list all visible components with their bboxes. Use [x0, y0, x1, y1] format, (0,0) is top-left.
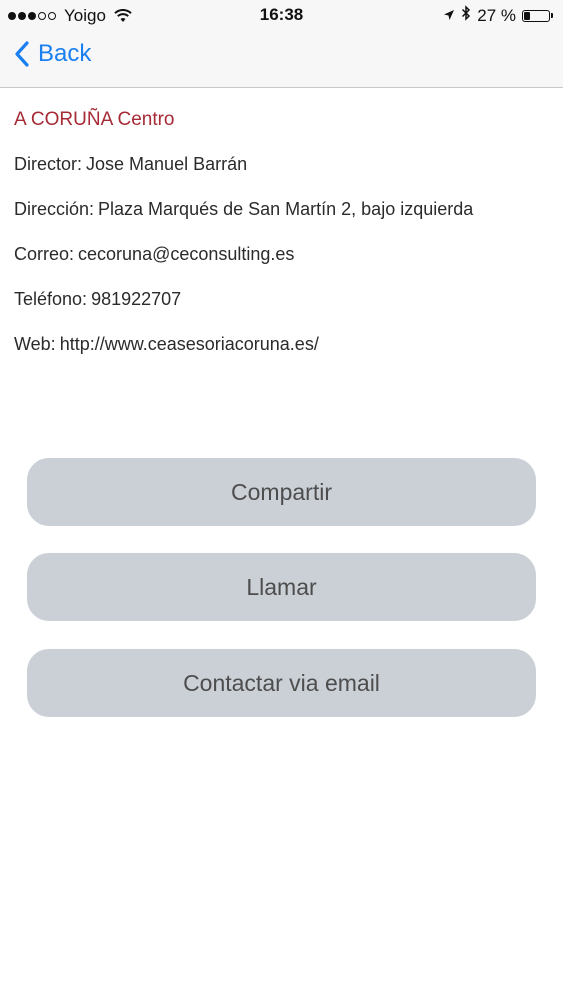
director-label: Director:: [14, 154, 83, 174]
web-row: Web: http://www.ceasesoriacoruna.es/: [14, 334, 549, 357]
office-details: A CORUÑA Centro Director: Jose Manuel Bar…: [14, 88, 549, 357]
address-label: Dirección:: [14, 199, 95, 219]
web-value: http://www.ceasesoriacoruna.es/: [59, 334, 319, 354]
director-row: Director: Jose Manuel Barrán: [14, 154, 549, 177]
office-name: A CORUÑA Centro: [14, 109, 175, 130]
email-row: Correo: cecoruna@ceconsulting.es: [14, 244, 549, 267]
address-value: Plaza Marqués de San Martín 2, bajo izqu…: [98, 199, 474, 219]
chevron-left-icon: [15, 41, 29, 67]
share-button[interactable]: Compartir: [27, 458, 536, 526]
phone-row: Teléfono: 981922707: [14, 289, 549, 312]
phone-value: 981922707: [91, 289, 182, 309]
battery-percent: 27 %: [477, 5, 516, 25]
back-button[interactable]: Back: [14, 40, 91, 68]
battery-tip: [551, 13, 553, 18]
bluetooth-icon: [461, 5, 471, 26]
back-label: Back: [38, 40, 92, 67]
battery-icon: [522, 9, 550, 22]
phone-label: Teléfono:: [14, 289, 88, 309]
location-arrow-icon: [443, 6, 455, 26]
director-value: Jose Manuel Barrán: [86, 154, 248, 174]
email-value: cecoruna@ceconsulting.es: [78, 244, 295, 264]
email-label: Correo:: [14, 244, 75, 264]
web-label: Web:: [14, 334, 56, 354]
navigation-bar: Back: [0, 30, 563, 88]
address-row: Dirección: Plaza Marqués de San Martín 2,…: [14, 199, 549, 222]
status-bar: Yoigo 16:38 27 %: [0, 0, 563, 30]
status-right: 27 %: [437, 5, 553, 26]
call-button[interactable]: Llamar: [27, 553, 536, 621]
email-contact-button[interactable]: Contactar via email: [27, 649, 536, 717]
